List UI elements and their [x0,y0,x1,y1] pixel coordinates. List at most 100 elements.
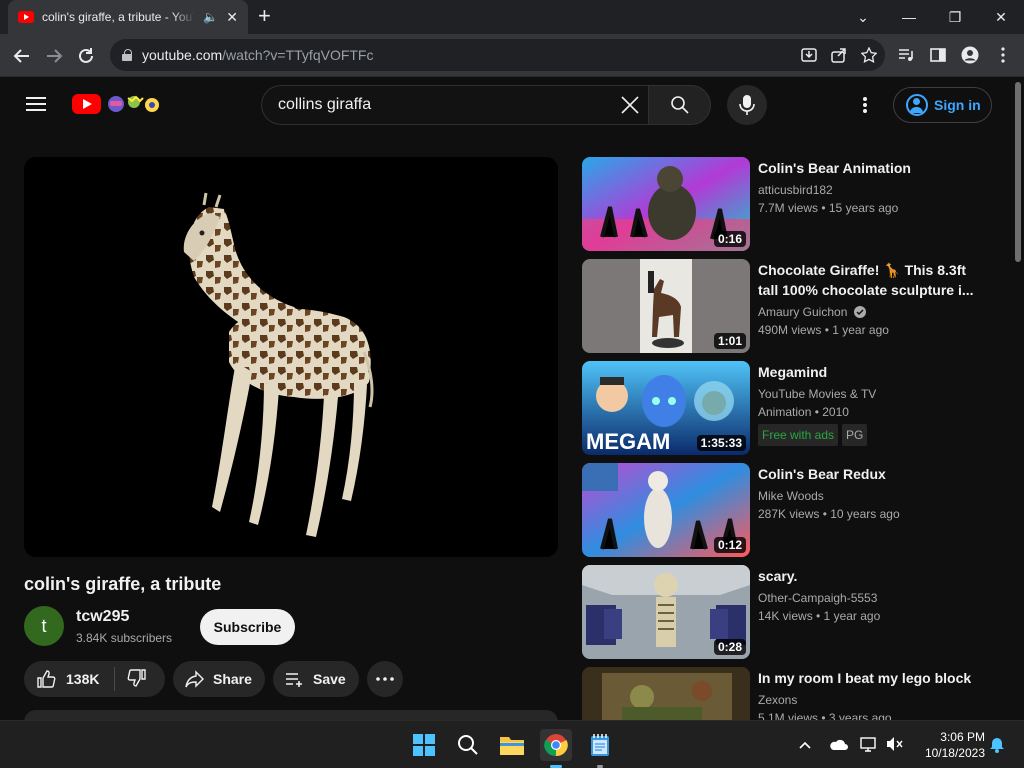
video-player[interactable] [24,157,558,557]
profile-icon [961,46,979,64]
related-video-item[interactable]: 0:12 Colin's Bear Redux Mike Woods 287K … [582,463,992,557]
notepad-taskbar-button[interactable] [584,729,616,761]
scrollbar-thumb[interactable] [1015,82,1021,262]
sign-in-button[interactable]: Sign in [893,87,992,123]
share-arrow-icon [185,670,204,688]
video-duration: 1:01 [713,333,746,349]
onedrive-cloud-icon[interactable] [828,737,848,751]
chrome-menu-button[interactable] [990,42,1016,68]
back-button[interactable] [8,42,36,70]
share-button[interactable]: Share [173,661,265,697]
install-app-icon[interactable] [801,47,817,63]
video-thumbnail[interactable]: 0:16 [582,157,750,251]
youtube-doodle-logo[interactable] [106,92,166,116]
video-thumbnail[interactable]: 1:01 [582,259,750,353]
save-button[interactable]: Save [273,661,359,697]
related-video-title[interactable]: Megamind [758,362,978,382]
related-video-stats: 7.7M views • 15 years ago [758,201,899,215]
restore-button[interactable]: ❐ [932,0,978,34]
lego-block-thumbnail [582,667,750,720]
chrome-taskbar-button[interactable] [540,729,572,761]
more-actions-button[interactable] [367,661,403,697]
bookmark-star-icon[interactable] [861,47,877,63]
settings-menu-icon[interactable] [858,95,872,115]
tab-search-button[interactable]: ⌄ [840,0,886,34]
channel-name[interactable]: tcw295 [76,608,129,626]
thumbs-down-icon [127,668,146,687]
search-input[interactable]: collins giraffa [261,85,649,125]
file-explorer-button[interactable] [496,729,528,761]
related-video-item[interactable]: In my room I beat my lego block Zexons 5… [582,667,992,720]
related-video-title[interactable]: Colin's Bear Animation [758,158,978,178]
account-circle-icon [906,94,928,116]
related-video-stats: 287K views • 10 years ago [758,507,900,521]
clock-date: 10/18/2023 [924,746,985,760]
like-count: 138K [66,671,100,687]
minimize-button[interactable]: — [886,0,932,34]
related-video-item[interactable]: 0:28 scary. Other-Campaigh-5553 14K view… [582,565,992,659]
search-button[interactable] [648,85,711,125]
share-label: Share [213,671,252,687]
dislike-button[interactable] [115,668,147,691]
microphone-icon [739,95,755,115]
related-channel-name[interactable]: YouTube Movies & TV [758,385,888,403]
search-icon [670,96,689,114]
chrome-icon [544,734,568,757]
profile-button[interactable] [957,42,983,68]
related-channel-name[interactable]: Zexons [758,691,797,709]
close-window-button[interactable]: ✕ [978,0,1024,34]
related-channel-name[interactable]: Amaury Guichon [758,303,866,321]
related-video-item[interactable]: MEGAM 1:35:33 Megamind YouTube Movies & … [582,361,992,455]
volume-muted-icon[interactable] [886,736,904,752]
lock-icon[interactable] [122,49,132,61]
share-page-icon[interactable] [831,47,847,63]
subscribe-button[interactable]: Subscribe [200,609,295,645]
side-panel-button[interactable] [925,42,951,68]
related-video-item[interactable]: 1:01 Chocolate Giraffe! 🦒 This 8.3ft tal… [582,259,992,353]
address-bar[interactable]: youtube.com/watch?v=TTyfqVOFTFc [110,39,885,71]
related-channel-name[interactable]: Mike Woods [758,487,824,505]
related-video-title[interactable]: Chocolate Giraffe! 🦒 This 8.3ft tall 100… [758,260,978,300]
related-video-stats: Animation • 2010 [758,405,849,419]
tab-close-icon[interactable]: ✕ [226,9,238,26]
browser-tab[interactable]: colin's giraffe, a tribute - YouTube 🔈 ✕ [8,0,248,34]
channel-name-text: Amaury Guichon [758,305,848,319]
network-icon[interactable] [860,735,878,753]
video-thumbnail[interactable]: 0:28 [582,565,750,659]
video-thumbnail[interactable]: 0:12 [582,463,750,557]
youtube-header: collins giraffa Sign in [0,77,1012,133]
chevron-up-icon[interactable] [798,738,812,752]
video-thumbnail[interactable] [582,667,750,720]
reload-button[interactable] [72,42,100,70]
system-clock[interactable]: 3:06 PM 10/18/2023 [915,729,985,761]
url-path: /watch?v=TTyfqVOFTFc [222,47,374,63]
verified-check-icon [853,306,866,318]
youtube-favicon-icon [18,11,34,23]
related-video-title[interactable]: Colin's Bear Redux [758,464,978,484]
related-video-title[interactable]: scary. [758,566,978,586]
forward-arrow-icon [47,49,63,63]
media-controls-button[interactable] [893,42,919,68]
clear-search-icon[interactable] [620,95,640,115]
voice-search-button[interactable] [727,85,767,125]
notification-bell-icon[interactable] [989,737,1005,753]
forward-button[interactable] [40,42,68,70]
video-duration: 0:12 [713,537,746,553]
start-button[interactable] [408,729,440,761]
related-channel-name[interactable]: Other-Campaigh-5553 [758,589,877,607]
like-button[interactable]: 138K [24,669,114,689]
channel-avatar[interactable]: t [24,606,64,646]
search-query-text: collins giraffa [278,96,372,113]
related-video-title[interactable]: In my room I beat my lego block [758,668,978,688]
browser-tab-strip: colin's giraffe, a tribute - YouTube 🔈 ✕… [0,0,1024,34]
related-channel-name[interactable]: atticusbird182 [758,181,833,199]
video-duration: 0:16 [713,231,746,247]
taskbar-search-button[interactable] [452,729,484,761]
youtube-logo[interactable] [72,94,101,114]
new-tab-button[interactable]: + [258,5,271,27]
related-video-item[interactable]: 0:16 Colin's Bear Animation atticusbird1… [582,157,992,251]
audio-playing-icon[interactable]: 🔈 [203,10,218,24]
hamburger-menu-icon[interactable] [26,97,46,111]
page-scrollbar[interactable] [1012,77,1024,720]
video-thumbnail[interactable]: MEGAM 1:35:33 [582,361,750,455]
